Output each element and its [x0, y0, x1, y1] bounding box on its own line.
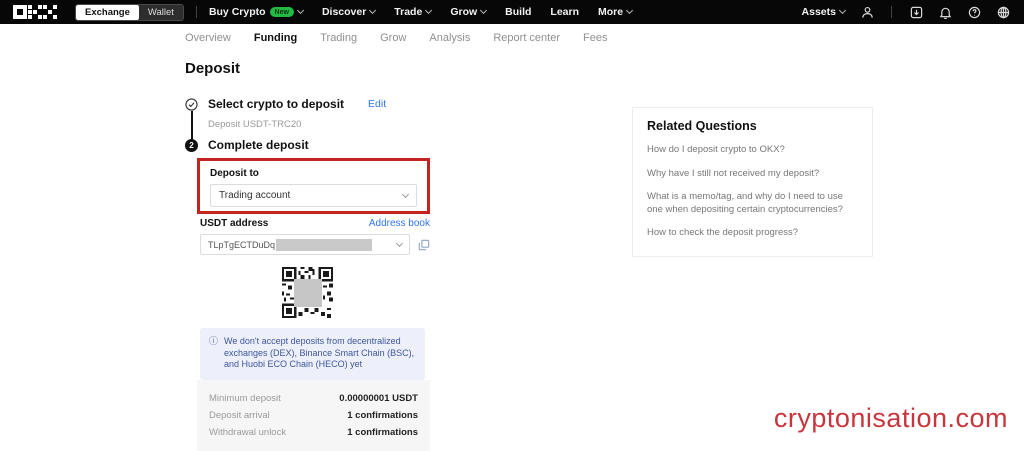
detail-label: Deposit arrival	[209, 410, 270, 421]
funding-subnav: Overview Funding Trading Grow Analysis R…	[0, 24, 1024, 52]
download-app-icon[interactable]	[909, 5, 923, 19]
nav-buy-crypto[interactable]: Buy Crypto New	[209, 6, 303, 18]
nav-more[interactable]: More	[598, 6, 632, 18]
chevron-down-icon	[626, 7, 633, 14]
step-1-subtext: Deposit USDT-TRC20	[208, 119, 430, 130]
deposit-to-highlight-box: Deposit to Trading account	[197, 158, 430, 214]
nav-trade[interactable]: Trade	[394, 6, 431, 18]
nav-grow-label: Grow	[450, 6, 477, 18]
related-question-link[interactable]: What is a memo/tag, and why do I need to…	[647, 191, 858, 216]
chevron-down-icon	[425, 7, 432, 14]
copy-icon[interactable]	[418, 239, 430, 251]
okx-logo[interactable]	[13, 5, 57, 19]
topbar-divider	[196, 6, 197, 18]
related-question-link[interactable]: How to check the deposit progress?	[647, 227, 858, 240]
assets-menu[interactable]: Assets	[802, 6, 845, 18]
step-2-label: Complete deposit	[208, 138, 309, 152]
chevron-down-icon	[839, 7, 846, 14]
chevron-down-icon	[396, 240, 403, 247]
tab-analysis[interactable]: Analysis	[429, 32, 470, 44]
new-badge: New	[270, 7, 294, 17]
detail-label: Withdrawal unlock	[209, 427, 286, 438]
nav-grow[interactable]: Grow	[450, 6, 486, 18]
topbar-right: Assets	[802, 5, 1010, 19]
nav-learn-label: Learn	[550, 6, 579, 18]
step-2-row: 2 Complete deposit	[185, 138, 430, 152]
exchange-wallet-toggle: Exchange Wallet	[75, 4, 184, 21]
tab-trading[interactable]: Trading	[320, 32, 357, 44]
related-questions-card: Related Questions How do I deposit crypt…	[632, 107, 873, 257]
nav-learn[interactable]: Learn	[550, 6, 579, 18]
nav-discover[interactable]: Discover	[322, 6, 375, 18]
detail-row-withdrawal-unlock: Withdrawal unlock 1 confirmations	[209, 424, 418, 441]
qr-code	[282, 267, 333, 318]
nav-buy-crypto-label: Buy Crypto	[209, 6, 266, 18]
deposit-to-label: Deposit to	[210, 168, 417, 179]
deposit-steps: Select crypto to deposit Edit Deposit US…	[185, 97, 430, 152]
detail-value: 0.00000001 USDT	[339, 393, 418, 404]
nav-build[interactable]: Build	[505, 6, 531, 18]
address-book-link[interactable]: Address book	[369, 218, 430, 229]
tab-overview[interactable]: Overview	[185, 32, 231, 44]
deposit-to-value: Trading account	[219, 190, 403, 201]
notice-text: We don't accept deposits from decentrali…	[224, 336, 416, 371]
topbar-nav: Buy Crypto New Discover Trade Grow Build…	[209, 6, 632, 18]
detail-value: 1 confirmations	[347, 427, 418, 438]
tab-report-center[interactable]: Report center	[493, 32, 560, 44]
nav-build-label: Build	[505, 6, 531, 18]
address-redaction-block	[276, 239, 372, 251]
address-select[interactable]: TLpTgECTDuDq	[200, 234, 410, 255]
deposit-main: Deposit Select crypto to deposit Edit De…	[185, 60, 430, 152]
tab-fees[interactable]: Fees	[583, 32, 607, 44]
notifications-bell-icon[interactable]	[938, 5, 952, 19]
nav-trade-label: Trade	[394, 6, 422, 18]
detail-value: 1 confirmations	[347, 410, 418, 421]
step-1-row: Select crypto to deposit Edit	[185, 97, 430, 111]
chevron-down-icon	[480, 7, 487, 14]
usdt-address-label: USDT address	[200, 218, 268, 229]
toggle-exchange[interactable]: Exchange	[76, 5, 139, 20]
chevron-down-icon	[402, 191, 409, 198]
deposit-to-select[interactable]: Trading account	[210, 184, 417, 207]
page-title: Deposit	[185, 60, 430, 77]
step-1-label: Select crypto to deposit	[208, 97, 344, 111]
detail-row-deposit-arrival: Deposit arrival 1 confirmations	[209, 407, 418, 424]
topbar-divider	[891, 6, 892, 18]
tab-funding[interactable]: Funding	[254, 32, 297, 44]
info-icon: ⓘ	[209, 336, 218, 371]
nav-discover-label: Discover	[322, 6, 366, 18]
address-block: USDT address Address book TLpTgECTDuDq	[200, 218, 430, 255]
deposit-details-panel: Minimum deposit 0.00000001 USDT Deposit …	[197, 380, 430, 451]
top-navigation-bar: Exchange Wallet Buy Crypto New Discover …	[0, 0, 1024, 24]
related-questions-title: Related Questions	[647, 119, 858, 133]
assets-label: Assets	[802, 6, 836, 18]
check-circle-icon	[185, 98, 198, 111]
related-question-link[interactable]: Why have I still not received my deposit…	[647, 168, 858, 181]
detail-label: Minimum deposit	[209, 393, 281, 404]
detail-row-minimum-deposit: Minimum deposit 0.00000001 USDT	[209, 390, 418, 407]
toggle-wallet[interactable]: Wallet	[139, 5, 183, 20]
deposit-notice: ⓘ We don't accept deposits from decentra…	[200, 328, 425, 380]
user-icon[interactable]	[860, 5, 874, 19]
help-icon[interactable]	[967, 5, 981, 19]
address-value: TLpTgECTDuDq	[208, 240, 275, 250]
edit-link[interactable]: Edit	[368, 98, 386, 110]
chevron-down-icon	[369, 7, 376, 14]
language-globe-icon[interactable]	[996, 5, 1010, 19]
chevron-down-icon	[297, 7, 304, 14]
related-question-link[interactable]: How do I deposit crypto to OKX?	[647, 144, 858, 157]
nav-more-label: More	[598, 6, 623, 18]
tab-grow[interactable]: Grow	[380, 32, 406, 44]
watermark: cryptonisation.com	[774, 403, 1008, 434]
step-connector-line	[191, 111, 193, 141]
